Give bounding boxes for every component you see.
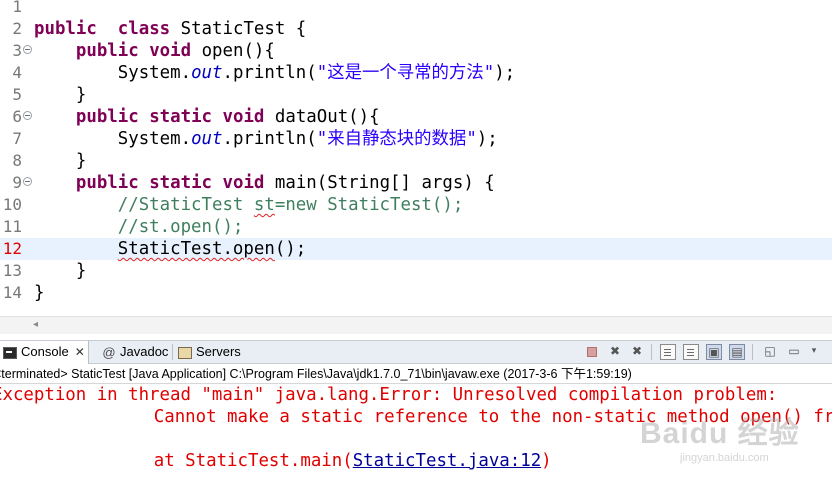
- code-line[interactable]: 14}: [0, 282, 832, 304]
- stack-trace-link[interactable]: StaticTest.java:12: [353, 451, 541, 471]
- code-text: }: [34, 85, 87, 105]
- fold-toggle-icon[interactable]: [23, 45, 32, 54]
- code-text: }: [34, 151, 87, 171]
- horizontal-scrollbar[interactable]: ◂: [0, 316, 832, 334]
- line-number: 5: [12, 85, 22, 104]
- code-line[interactable]: 1: [0, 0, 832, 18]
- view-menu-icon[interactable]: ▾: [806, 344, 822, 360]
- tab-console[interactable]: Console ✕: [0, 341, 89, 364]
- code-text: }: [34, 261, 87, 281]
- line-number: 14: [2, 283, 22, 302]
- console-line: Cannot make a static reference to the no…: [153, 407, 832, 427]
- code-text: public static void main(String[] args) {: [75, 173, 495, 193]
- code-text: System.out.println("来自静态块的数据");: [34, 129, 498, 149]
- code-line[interactable]: 11 //st.open();: [0, 216, 832, 238]
- code-line[interactable]: 2 public class StaticTest {: [0, 18, 832, 40]
- code-line[interactable]: 3 public void open(){: [0, 40, 832, 62]
- fold-toggle-icon[interactable]: [23, 111, 32, 120]
- code-line[interactable]: 12 StaticTest.open();: [0, 238, 832, 260]
- line-number: 11: [2, 217, 22, 236]
- console-line: Exception in thread "main" java.lang.Err…: [0, 385, 778, 405]
- remove-all-terminated-icon[interactable]: ✖: [629, 344, 645, 360]
- code-text: public void open(){: [75, 41, 275, 61]
- code-text: }: [34, 283, 45, 303]
- code-line[interactable]: 6 public static void dataOut(){: [0, 106, 832, 128]
- tab-servers-label: Servers: [196, 344, 241, 359]
- line-number: 8: [12, 151, 22, 170]
- code-text: StaticTest.open();: [117, 239, 307, 259]
- line-number: 4: [12, 63, 22, 82]
- servers-icon: [178, 346, 192, 359]
- console-output[interactable]: Exception in thread "main" java.lang.Err…: [0, 384, 832, 492]
- code-line[interactable]: 4 System.out.println("这是一个寻常的方法");: [0, 62, 832, 84]
- clear-console-icon[interactable]: [660, 344, 676, 360]
- console-line: at StaticTest.main(StaticTest.java:12): [70, 451, 552, 471]
- code-line[interactable]: 9 public static void main(String[] args)…: [0, 172, 832, 194]
- scroll-lock-icon[interactable]: [683, 344, 699, 360]
- tab-console-label: Console: [21, 344, 69, 359]
- fold-toggle-icon[interactable]: [23, 177, 32, 186]
- open-console-icon[interactable]: ◱: [762, 344, 778, 360]
- code-text: System.out.println("这是一个寻常的方法");: [34, 63, 516, 83]
- pin-console-icon[interactable]: ▣: [706, 344, 722, 360]
- code-text: public static void dataOut(){: [75, 107, 380, 127]
- code-text: public class StaticTest {: [34, 19, 307, 39]
- code-line[interactable]: 10 //StaticTest st=new StaticTest();: [0, 194, 832, 216]
- display-selected-console-icon[interactable]: ▭: [786, 344, 802, 360]
- at-icon: @: [102, 344, 116, 360]
- code-editor[interactable]: 1 2 public class StaticTest {3 public void…: [0, 0, 832, 316]
- tab-javadoc[interactable]: @ Javadoc: [102, 341, 168, 364]
- code-line[interactable]: 5 }: [0, 84, 832, 106]
- line-number: 9: [12, 173, 22, 192]
- console-icon: [3, 346, 17, 359]
- line-number: 3: [12, 41, 22, 60]
- code-text: //StaticTest st=new StaticTest();: [117, 195, 464, 215]
- stop-icon[interactable]: [587, 347, 597, 357]
- word-wrap-icon[interactable]: ▤: [729, 344, 745, 360]
- line-number: 13: [2, 261, 22, 280]
- tab-servers[interactable]: Servers: [178, 341, 241, 364]
- code-text: //st.open();: [117, 217, 244, 237]
- views-tab-bar: Console ✕ @ Javadoc Servers ✖ ✖ ▣ ▤ ◱ ▭ ▾: [0, 340, 832, 364]
- remove-launch-icon[interactable]: ✖: [607, 344, 623, 360]
- line-number: 12: [2, 239, 22, 258]
- line-number: 6: [12, 107, 22, 126]
- code-line[interactable]: 8 }: [0, 150, 832, 172]
- code-line[interactable]: 13 }: [0, 260, 832, 282]
- line-number: 7: [12, 129, 22, 148]
- close-icon[interactable]: ✕: [75, 345, 85, 359]
- scroll-left-arrow-icon[interactable]: ◂: [33, 319, 38, 330]
- line-number: 2: [12, 19, 22, 38]
- console-process-label: <terminated> StaticTest [Java Applicatio…: [0, 364, 832, 384]
- tab-javadoc-label: Javadoc: [120, 344, 169, 359]
- code-line[interactable]: 7 System.out.println("来自静态块的数据");: [0, 128, 832, 150]
- line-number: 1: [12, 0, 22, 16]
- line-number: 10: [2, 195, 22, 214]
